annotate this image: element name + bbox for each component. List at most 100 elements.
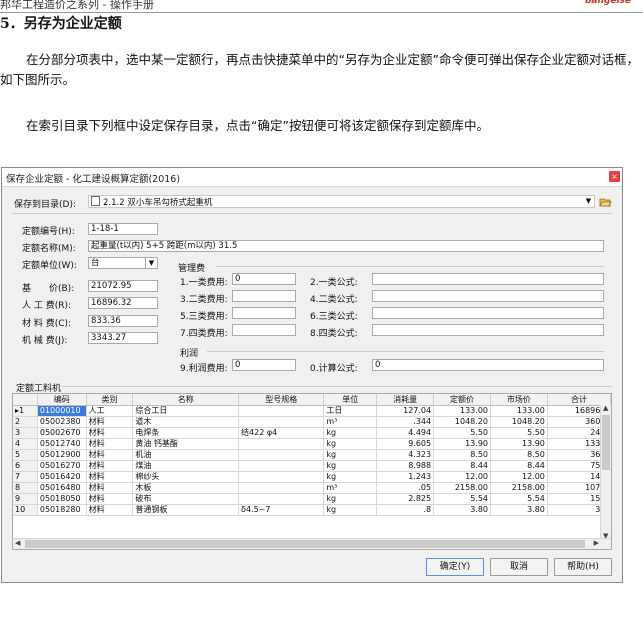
table-cell[interactable]: 电焊条: [132, 427, 240, 439]
table-row[interactable]: ▸1 01000010 人工 综合工日 工日 127.04 133.00 133.00 1689…: [13, 405, 611, 417]
table-cell[interactable]: .344: [376, 416, 435, 428]
table-cell[interactable]: 1048.20: [490, 416, 548, 428]
table-row[interactable]: 4 05012740 材料 黄油 钙基酯 kg 9.605 13.90 13.90 133.5: [13, 438, 611, 450]
table-cell[interactable]: 4.323: [376, 449, 435, 461]
close-button[interactable]: ×: [609, 171, 620, 182]
table-cell[interactable]: [238, 493, 325, 505]
column-header[interactable]: 消耗量: [376, 394, 435, 406]
table-cell[interactable]: 13.90: [433, 438, 491, 450]
scroll-right-icon[interactable]: ▶: [594, 539, 599, 547]
formula2-input[interactable]: [372, 290, 604, 302]
table-cell[interactable]: 12.00: [433, 471, 491, 483]
table-cell[interactable]: δ4.5~7: [238, 504, 325, 516]
column-header[interactable]: 编码: [37, 394, 87, 406]
chevron-down-icon[interactable]: ▼: [145, 258, 157, 268]
table-cell[interactable]: .8: [376, 504, 435, 516]
table-cell[interactable]: [238, 482, 325, 494]
table-cell[interactable]: 05016420: [37, 471, 87, 483]
scroll-up-icon[interactable]: ▲: [603, 404, 608, 412]
table-row[interactable]: 505012900材料机油kg4.3238.508.5036.7: [13, 449, 611, 461]
chevron-down-icon[interactable]: ▼: [583, 196, 594, 206]
column-header[interactable]: 型号规格: [238, 394, 325, 406]
table-cell[interactable]: 1048.20: [433, 416, 491, 428]
table-cell[interactable]: 材料: [86, 471, 134, 483]
table-row[interactable]: 905018050材料破布kg2.8255.545.5415.6: [13, 493, 611, 505]
table-cell[interactable]: 2158.00: [433, 482, 491, 494]
table-cell[interactable]: kg: [323, 427, 378, 439]
table-cell[interactable]: 材料: [86, 493, 134, 505]
table-cell[interactable]: 3.80: [433, 504, 491, 516]
table-cell[interactable]: 材料: [86, 504, 134, 516]
table-cell[interactable]: 3.80: [490, 504, 548, 516]
table-cell[interactable]: kg: [323, 438, 378, 450]
table-row[interactable]: 2 05002380 材料 道木 m³ .344 1048.20 1048.20 360.5: [13, 416, 611, 428]
table-cell[interactable]: 133.00: [433, 405, 491, 417]
column-header[interactable]: 单位: [323, 394, 378, 406]
table-cell[interactable]: 木板: [132, 482, 240, 494]
table-cell[interactable]: 05002380: [37, 416, 87, 428]
table-cell[interactable]: 材料: [86, 438, 134, 450]
table-cell[interactable]: 综合工日: [132, 405, 240, 417]
horizontal-scroll-thumb[interactable]: [25, 540, 585, 548]
table-cell[interactable]: 机油: [132, 449, 240, 461]
table-cell[interactable]: 煤油: [132, 460, 240, 472]
table-cell[interactable]: 5.50: [490, 427, 548, 439]
table-cell[interactable]: kg: [323, 493, 378, 505]
table-cell[interactable]: 05002670: [37, 427, 87, 439]
table-cell[interactable]: 5.54: [490, 493, 548, 505]
table-cell[interactable]: 05012740: [37, 438, 87, 450]
table-cell[interactable]: 8.44: [490, 460, 548, 472]
table-cell[interactable]: 13.90: [490, 438, 548, 450]
table-cell[interactable]: 12.00: [490, 471, 548, 483]
table-cell[interactable]: 破布: [132, 493, 240, 505]
vertical-scrollbar[interactable]: ▲ ▼: [600, 404, 611, 540]
table-cell[interactable]: 8.44: [433, 460, 491, 472]
table-cell[interactable]: 结422 φ4: [238, 427, 325, 439]
table-cell[interactable]: 05016270: [37, 460, 87, 472]
table-cell[interactable]: 5.54: [433, 493, 491, 505]
table-cell[interactable]: 8.50: [433, 449, 491, 461]
table-cell[interactable]: 材料: [86, 427, 134, 439]
table-cell[interactable]: 8.988: [376, 460, 435, 472]
table-cell[interactable]: kg: [323, 460, 378, 472]
table-cell[interactable]: 棉纱头: [132, 471, 240, 483]
formula3-input[interactable]: [372, 307, 604, 319]
table-cell[interactable]: 05016480: [37, 482, 87, 494]
scroll-left-icon[interactable]: ◀: [15, 539, 20, 547]
horizontal-scrollbar[interactable]: ◀ ▶: [13, 538, 611, 549]
formula4-input[interactable]: [372, 324, 604, 336]
cancel-button[interactable]: 取消: [490, 558, 548, 576]
table-row[interactable]: 705016420材料棉纱头kg1.24312.0012.0014.9: [13, 471, 611, 483]
column-header[interactable]: [13, 394, 38, 406]
table-cell[interactable]: 普通钢板: [132, 504, 240, 516]
profit-fee-input[interactable]: 0: [232, 359, 296, 371]
table-cell[interactable]: 工日: [323, 405, 378, 417]
quota-code-input[interactable]: 1-18-1: [88, 223, 158, 235]
fee3-input[interactable]: [232, 307, 296, 319]
help-button[interactable]: 帮助(H): [554, 558, 612, 576]
formula1-input[interactable]: [372, 273, 604, 285]
table-cell[interactable]: 1.243: [376, 471, 435, 483]
fee4-input[interactable]: [232, 324, 296, 336]
table-row[interactable]: 8 05016480 材料 木板 m³ .05 2158.00 2158.00 107.9: [13, 482, 611, 494]
table-cell[interactable]: [238, 405, 325, 417]
table-cell[interactable]: 4.494: [376, 427, 435, 439]
table-cell[interactable]: 05012900: [37, 449, 87, 461]
quota-unit-select[interactable]: 台 ▼: [88, 257, 158, 269]
open-folder-icon[interactable]: [599, 195, 612, 208]
table-cell[interactable]: kg: [323, 449, 378, 461]
table-cell[interactable]: 黄油 钙基酯: [132, 438, 240, 450]
table-cell[interactable]: 材料: [86, 449, 134, 461]
table-cell[interactable]: m³: [323, 482, 378, 494]
fee2-input[interactable]: [232, 290, 296, 302]
table-cell[interactable]: 2.825: [376, 493, 435, 505]
table-cell[interactable]: 01000010: [37, 405, 87, 417]
table-cell[interactable]: 2158.00: [490, 482, 548, 494]
table-row[interactable]: 605016270材料煤油kg8.9888.448.4475.8: [13, 460, 611, 472]
fee1-input[interactable]: 0: [232, 273, 296, 285]
table-cell[interactable]: [238, 449, 325, 461]
table-cell[interactable]: [238, 471, 325, 483]
quota-name-input[interactable]: 起重量(t以内) 5+5 跨距(m以内) 31.5: [88, 240, 604, 252]
column-header[interactable]: 类别: [86, 394, 134, 406]
table-row[interactable]: 305002670材料电焊条结422 φ4kg4.4945.505.5024.7: [13, 427, 611, 439]
